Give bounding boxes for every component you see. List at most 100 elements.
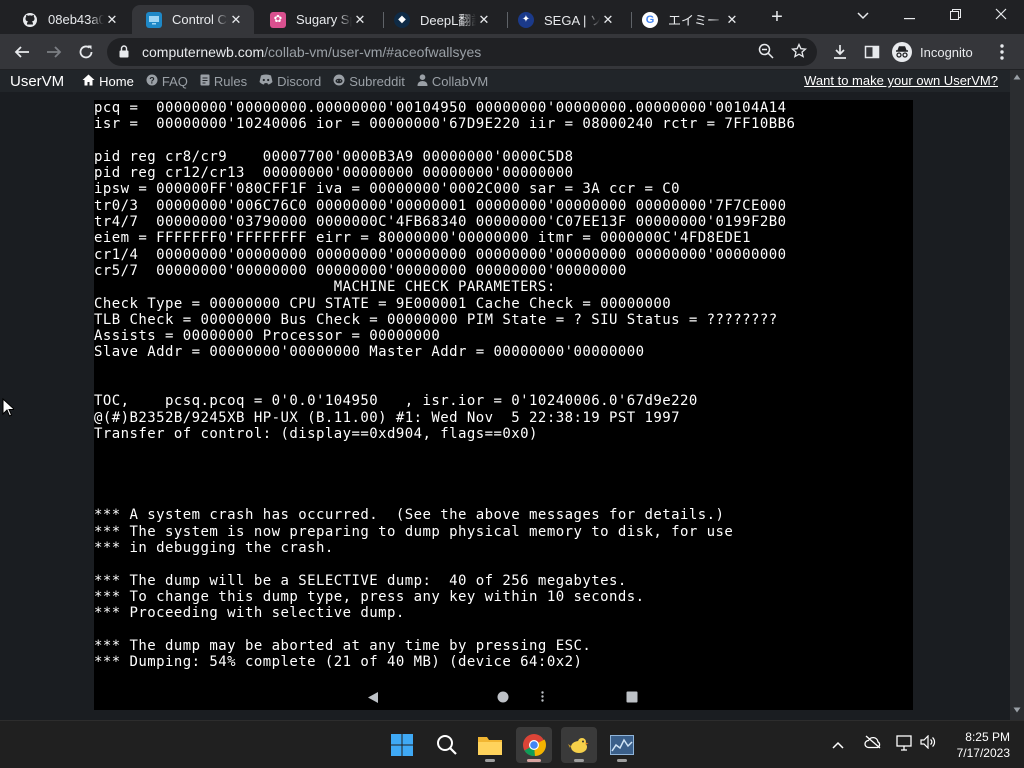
discord-icon bbox=[259, 74, 273, 88]
vm-display[interactable]: pcq = 00000000'00000000.00000000'0010495… bbox=[94, 100, 913, 686]
back-button[interactable] bbox=[8, 38, 36, 66]
tab-title: Sugary Spi bbox=[296, 12, 352, 27]
close-icon[interactable]: ✕ bbox=[104, 12, 120, 28]
console-line: Slave Addr = 00000000'00000000 Master Ad… bbox=[94, 344, 645, 361]
console-line: cr1/4 00000000'00000000 00000000'0000000… bbox=[94, 246, 787, 263]
incognito-icon bbox=[892, 42, 912, 62]
tab-control-collab[interactable]: Control Col ✕ bbox=[132, 5, 254, 34]
web-page: UserVM Home ? FAQ Rules Discord Subreddi… bbox=[0, 70, 1024, 720]
recents-square-icon[interactable] bbox=[626, 691, 638, 706]
close-icon[interactable]: ✕ bbox=[476, 12, 492, 28]
tab-sega[interactable]: ✦ SEGA | ソニ ✕ bbox=[504, 5, 626, 34]
scroll-down-icon[interactable] bbox=[1013, 707, 1021, 715]
scroll-up-icon[interactable] bbox=[1013, 74, 1021, 82]
tab-deepl[interactable]: ◆ DeepL翻訳 ✕ bbox=[380, 5, 502, 34]
console-line: pcq = 00000000'00000000.00000000'0010495… bbox=[94, 100, 787, 116]
close-icon[interactable]: ✕ bbox=[228, 12, 244, 28]
nav-rules[interactable]: Rules bbox=[200, 74, 247, 89]
taskbar-search-button[interactable] bbox=[429, 727, 465, 763]
question-icon: ? bbox=[146, 74, 158, 89]
reload-button[interactable] bbox=[72, 38, 100, 66]
show-hidden-icons-chevron[interactable] bbox=[832, 735, 844, 755]
forward-button[interactable] bbox=[40, 38, 68, 66]
system-clock[interactable]: 8:25 PM 7/17/2023 bbox=[957, 729, 1010, 761]
restore-button[interactable] bbox=[932, 2, 978, 30]
nav-label: Rules bbox=[213, 73, 248, 89]
tab-title: SEGA | ソニ bbox=[544, 13, 600, 28]
monitor-icon bbox=[146, 11, 162, 28]
make-own-uservm-link[interactable]: Want to make your own UserVM? bbox=[804, 73, 998, 88]
close-icon[interactable]: ✕ bbox=[352, 12, 368, 28]
console-line: *** To change this dump type, press any … bbox=[94, 588, 645, 605]
incognito-indicator[interactable]: Incognito bbox=[892, 39, 973, 65]
nav-subreddit[interactable]: Subreddit bbox=[333, 74, 405, 89]
chart-app-button[interactable] bbox=[604, 727, 640, 763]
nav-label: Discord bbox=[277, 73, 322, 89]
address-bar[interactable]: computernewb.com/collab-vm/user-vm/#aceo… bbox=[107, 38, 817, 66]
page-scrollbar[interactable] bbox=[1010, 70, 1024, 720]
nav-collabvm[interactable]: CollabVM bbox=[417, 74, 488, 89]
close-window-button[interactable] bbox=[978, 2, 1024, 30]
running-indicator bbox=[574, 759, 584, 762]
menu-kebab-icon[interactable] bbox=[988, 38, 1016, 66]
new-tab-button[interactable]: + bbox=[765, 7, 789, 27]
nav-label: FAQ bbox=[161, 73, 188, 89]
minimize-button[interactable] bbox=[886, 2, 932, 30]
home-circle-icon[interactable] bbox=[497, 691, 509, 706]
user-icon bbox=[417, 73, 428, 89]
lock-icon[interactable] bbox=[119, 45, 129, 58]
tab-title: エイミー・ロー bbox=[668, 13, 724, 28]
home-icon bbox=[82, 74, 95, 89]
cloud-offline-icon[interactable] bbox=[864, 735, 882, 755]
chrome-taskbar-button[interactable] bbox=[516, 727, 552, 763]
console-line: MACHINE CHECK PARAMETERS: bbox=[94, 279, 556, 296]
tab-sugary[interactable]: ✿ Sugary Spi ✕ bbox=[256, 5, 378, 34]
tab-search-chevron-icon[interactable] bbox=[840, 2, 886, 30]
active-indicator bbox=[527, 759, 541, 762]
nav-label: CollabVM bbox=[431, 73, 489, 89]
volume-icon[interactable] bbox=[920, 734, 936, 755]
zoom-icon[interactable] bbox=[757, 43, 775, 61]
download-icon[interactable] bbox=[826, 38, 854, 66]
network-icon[interactable] bbox=[896, 735, 914, 757]
svg-text:?: ? bbox=[149, 75, 155, 85]
console-line: eiem = FFFFFFF0'FFFFFFFF eirr = 80000000… bbox=[94, 230, 752, 247]
browser-toolbar: computernewb.com/collab-vm/user-vm/#aceo… bbox=[0, 34, 1024, 70]
bird-app-button[interactable] bbox=[561, 727, 597, 763]
console-line: Transfer of control: (display==0xd904, f… bbox=[94, 425, 538, 442]
console-line: isr = 00000000'10240006 ior = 00000000'6… bbox=[94, 116, 796, 133]
more-dots-icon[interactable] bbox=[541, 691, 544, 705]
tab-google[interactable]: G エイミー・ロー ✕ bbox=[628, 5, 750, 34]
console-line: *** The system is now preparing to dump … bbox=[94, 523, 734, 540]
back-triangle-icon[interactable] bbox=[367, 691, 379, 707]
nav-faq[interactable]: ? FAQ bbox=[146, 74, 188, 89]
url-text[interactable]: computernewb.com/collab-vm/user-vm/#aceo… bbox=[142, 44, 481, 60]
console-line: tr0/3 00000000'006C76C0 00000000'0000000… bbox=[94, 197, 787, 214]
tab-title: Control Col bbox=[172, 12, 228, 27]
deepl-icon: ◆ bbox=[394, 11, 410, 28]
file-explorer-button[interactable] bbox=[472, 727, 508, 763]
close-icon[interactable]: ✕ bbox=[600, 12, 616, 28]
start-button[interactable] bbox=[384, 727, 420, 763]
sega-icon: ✦ bbox=[518, 11, 534, 28]
side-panel-icon[interactable] bbox=[858, 38, 886, 66]
close-icon[interactable]: ✕ bbox=[724, 12, 740, 28]
console-line: *** The dump will be a SELECTIVE dump: 4… bbox=[94, 572, 627, 589]
console-line: Assists = 00000000 Processor = 00000000 bbox=[94, 328, 441, 345]
running-indicator bbox=[485, 759, 495, 762]
github-icon bbox=[22, 12, 38, 28]
nav-discord[interactable]: Discord bbox=[259, 74, 321, 89]
brand-link[interactable]: UserVM bbox=[10, 73, 64, 90]
bookmark-star-icon[interactable] bbox=[790, 42, 808, 61]
nav-home[interactable]: Home bbox=[82, 74, 134, 89]
tab-github[interactable]: 08eb43a0-0 ✕ bbox=[8, 5, 130, 34]
google-icon: G bbox=[642, 11, 658, 28]
